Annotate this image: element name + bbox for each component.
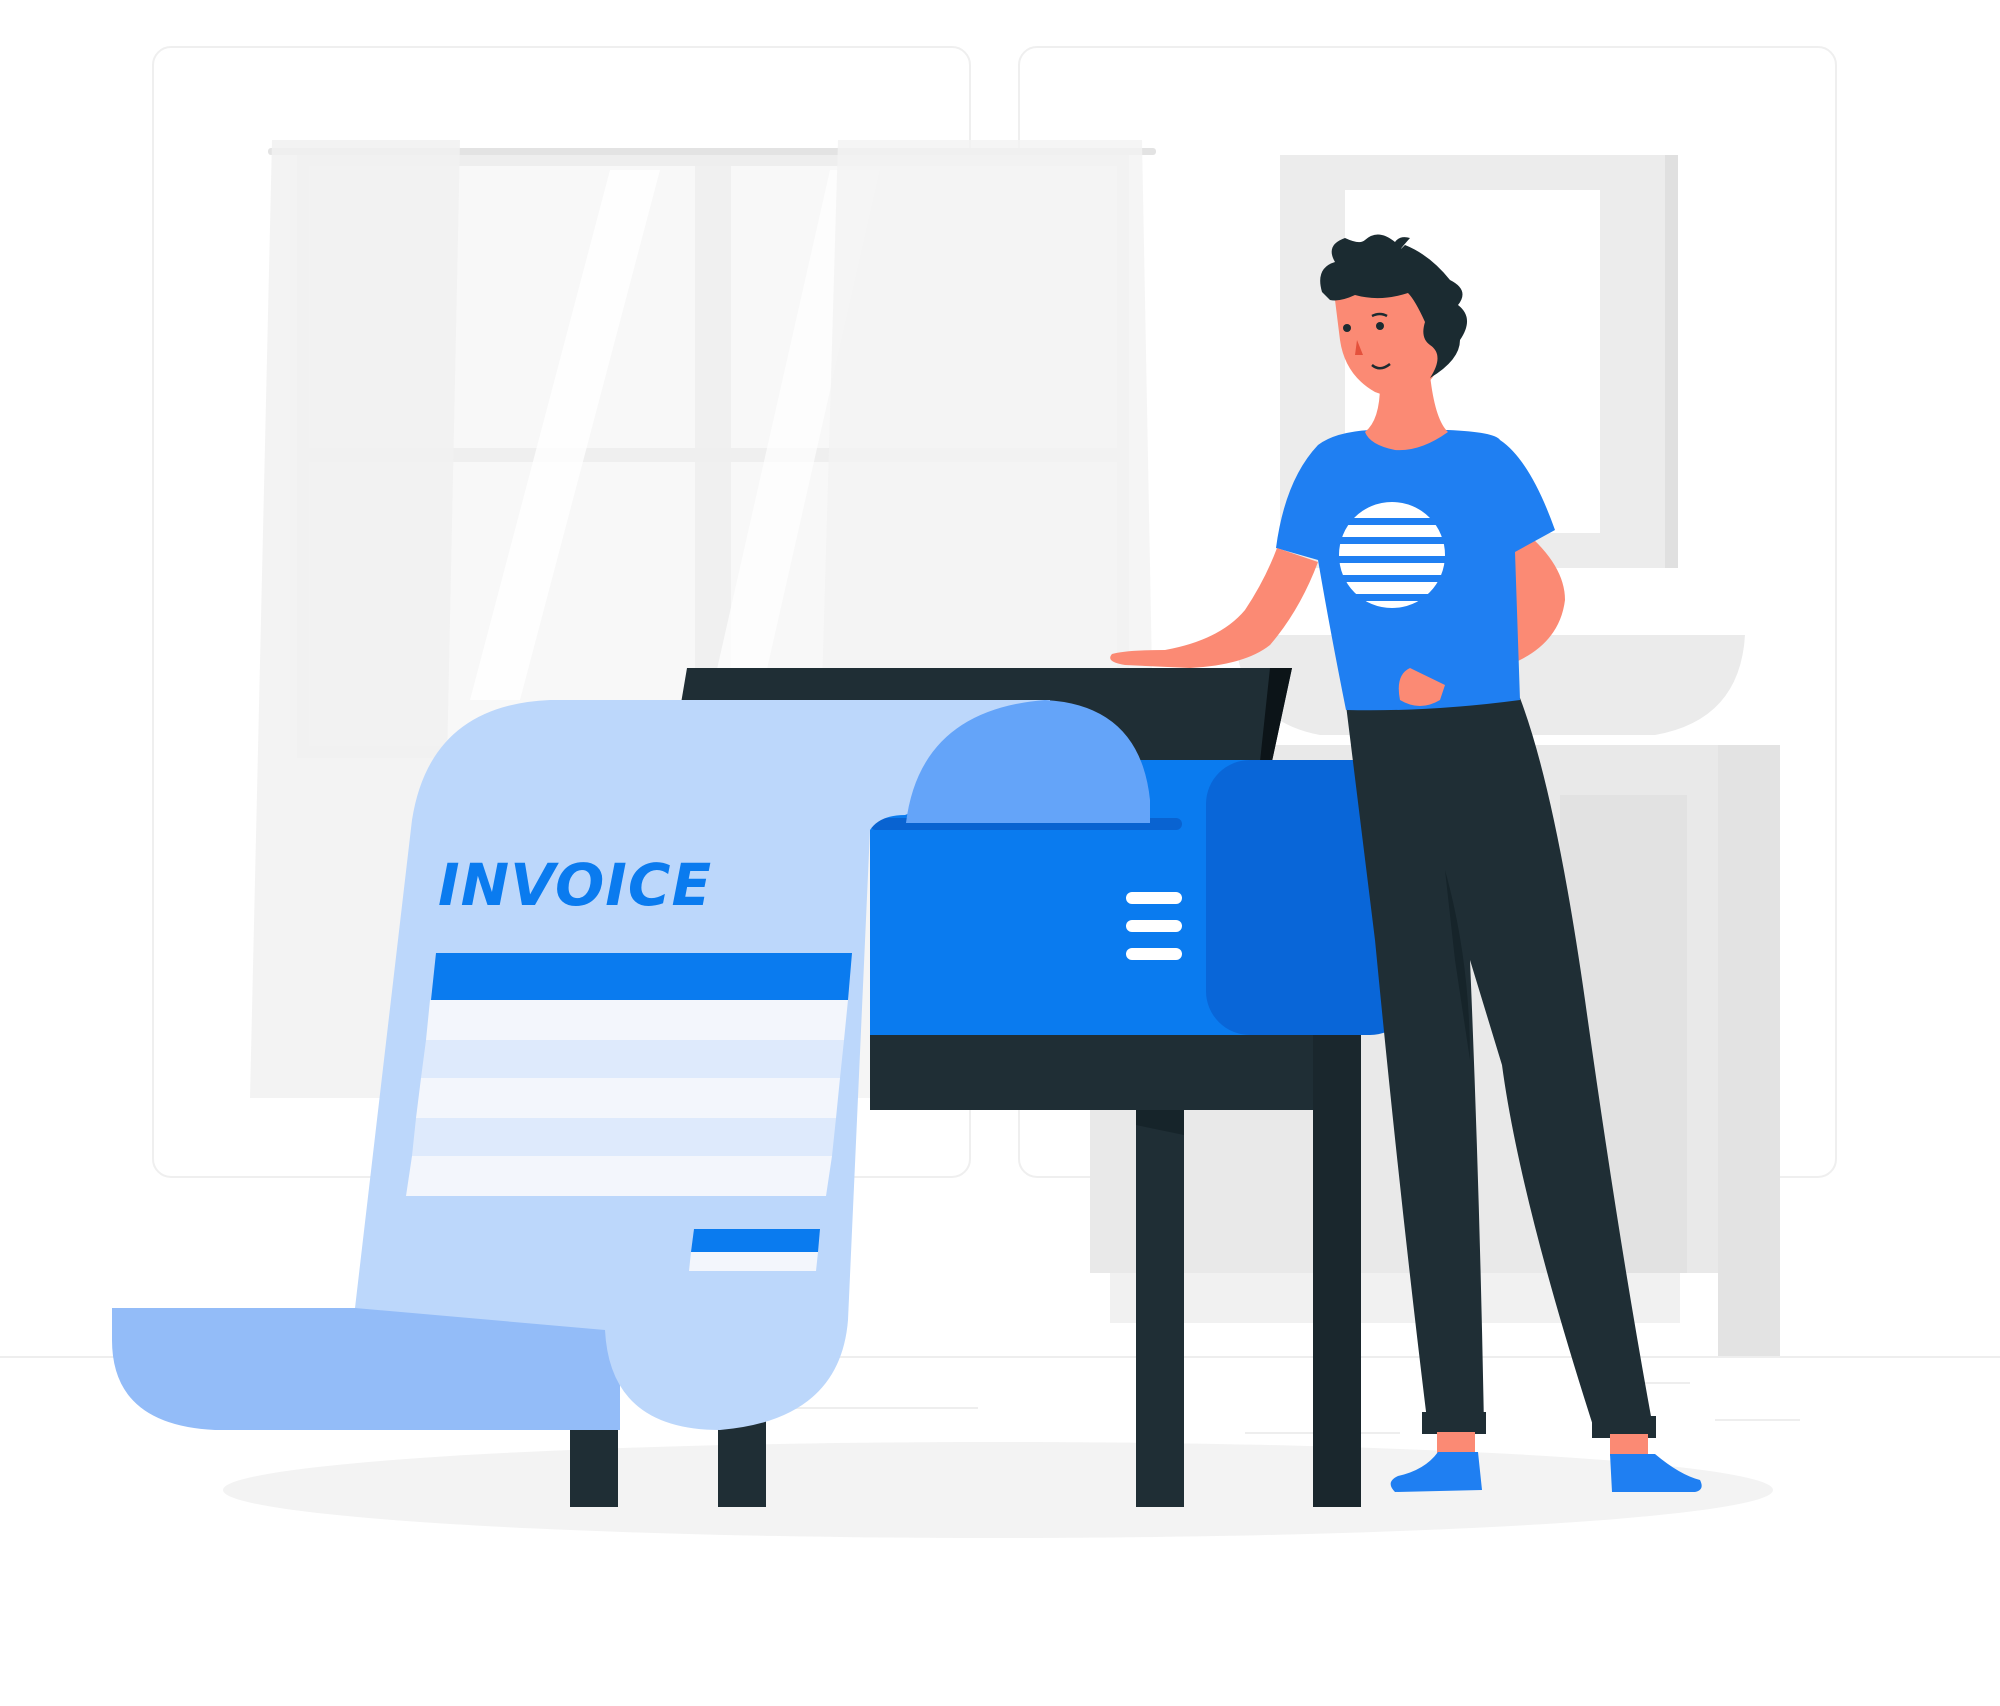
- printer-base: [870, 1030, 1360, 1110]
- invoice-printing-illustration: INVOICE: [0, 46, 2000, 1538]
- floor-shadow: [223, 1442, 1773, 1538]
- invoice-title: INVOICE: [438, 851, 712, 919]
- invoice-table-row: [412, 1118, 836, 1156]
- hamburger-menu-icon: [1126, 892, 1182, 960]
- invoice-table-row: [416, 1078, 840, 1118]
- invoice-total-label: [691, 1229, 820, 1252]
- printer-leg-right-1: [1136, 1035, 1184, 1507]
- invoice-table-row: [421, 1040, 844, 1078]
- printer-leg-left-1: [570, 1420, 618, 1507]
- invoice-paper-curl: [112, 1308, 620, 1430]
- invoice-table-header: [431, 953, 852, 1000]
- printer-leg-left-2: [718, 1420, 766, 1507]
- person-eye-right: [1376, 322, 1384, 330]
- person-eye-left: [1343, 324, 1351, 332]
- invoice-table-row: [426, 1000, 848, 1040]
- printer-leg-right-2: [1313, 1035, 1361, 1507]
- invoice-total-value: [689, 1252, 818, 1271]
- invoice-table-row: [406, 1156, 832, 1196]
